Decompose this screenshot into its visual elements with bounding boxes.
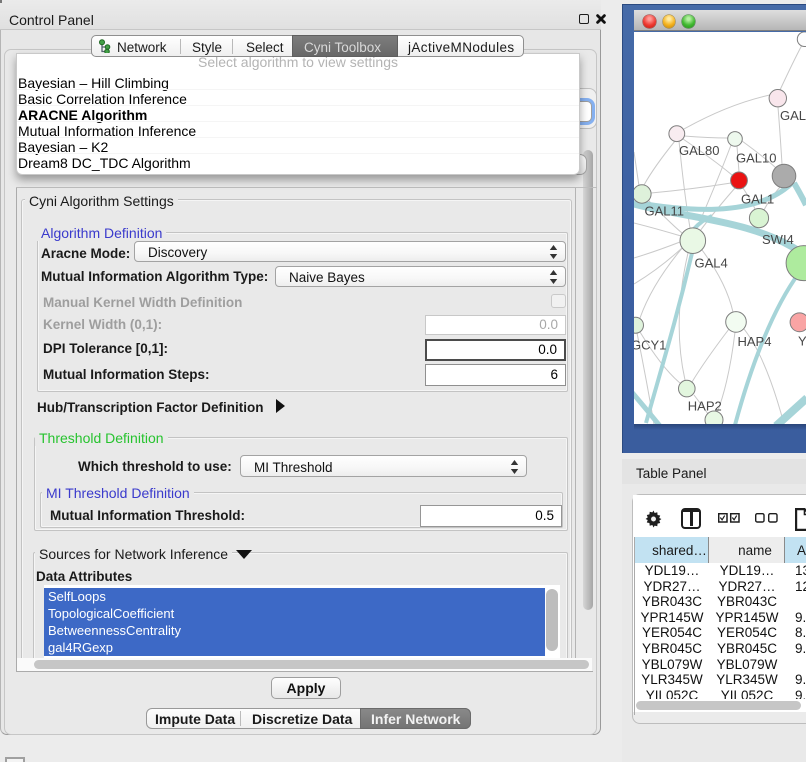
svg-text:HAP2: HAP2	[688, 399, 722, 414]
svg-text:GAL10: GAL10	[736, 151, 776, 166]
svg-text:Y: Y	[798, 334, 806, 349]
svg-text:GAL4: GAL4	[695, 256, 728, 271]
svg-text:GCY1: GCY1	[634, 338, 666, 353]
svg-text:GAL11: GAL11	[645, 204, 685, 219]
svg-text:GAL80: GAL80	[679, 143, 719, 158]
svg-text:SWI4: SWI4	[762, 232, 794, 247]
svg-text:GAL1: GAL1	[741, 192, 774, 207]
svg-text:HAP4: HAP4	[738, 334, 772, 349]
svg-text:GAL: GAL	[780, 108, 806, 123]
